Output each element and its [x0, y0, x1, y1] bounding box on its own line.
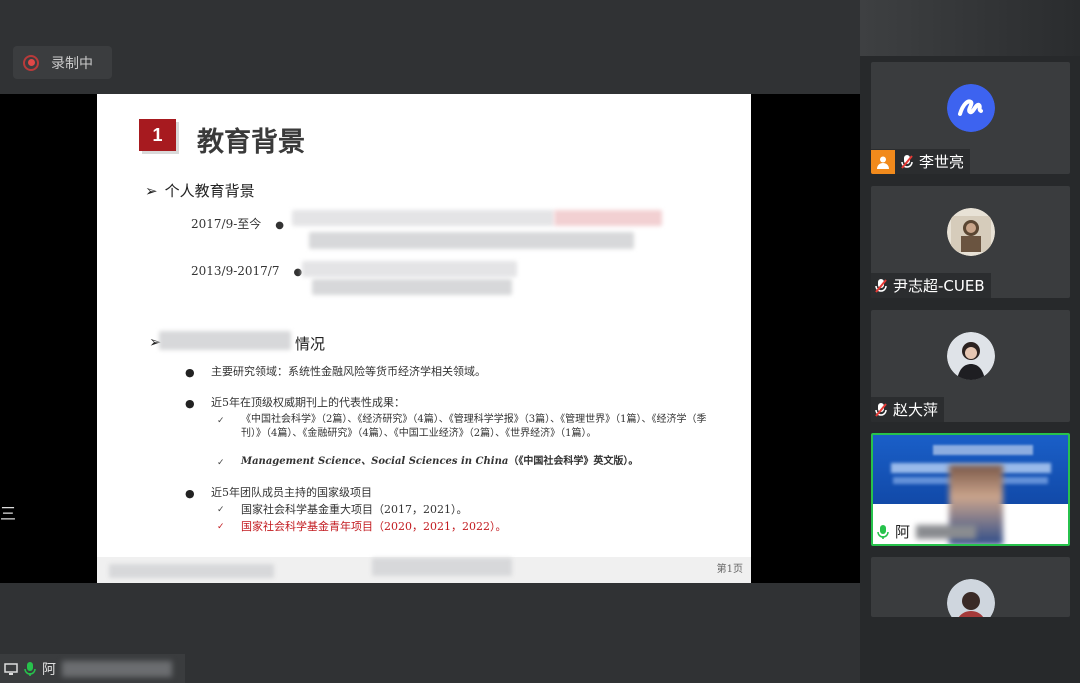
papers-english-tail: （《中国社会科学》英文版）。	[508, 456, 639, 467]
projects-intro: 近5年团队成员主持的国家级项目	[211, 486, 372, 499]
edu-period: 2013/9-2017/7	[191, 264, 280, 278]
meeting-window: 录制中 三 阿 1 教育背景 ➢ 个人教育背景 2017/9-至今 ● 2013/9…	[0, 0, 1080, 683]
heading-text: 个人教育背景	[164, 182, 255, 200]
user-avatar	[947, 579, 995, 617]
redacted-text	[554, 210, 662, 226]
arrow-bullet-icon: ➢	[145, 182, 158, 200]
bullet-icon: ●	[275, 220, 285, 231]
redacted-text	[159, 331, 291, 350]
slide-title: 教育背景	[197, 127, 305, 158]
project-major: 国家社会科学基金重大项目（2017，2021）。	[241, 503, 468, 516]
record-icon	[23, 54, 39, 71]
microphone-icon	[24, 661, 36, 676]
left-edge-text: 三	[0, 504, 17, 523]
edu-row: 2017/9-至今 ●	[191, 215, 284, 232]
redacted-text	[302, 261, 517, 277]
redacted-text	[109, 564, 274, 578]
check-icon: ✓	[217, 458, 225, 468]
section-number: 1	[139, 119, 176, 151]
papers-list: 《中国社会科学》（2篇）、《经济研究》（4篇）、《管理科学学报》（3篇）、《管理…	[241, 414, 707, 439]
check-icon: ✓	[217, 416, 225, 426]
sidebar-header	[860, 0, 1080, 56]
participant-name: 尹志超-CUEB	[893, 277, 985, 295]
check-icon: ✓	[217, 505, 225, 515]
host-icon	[871, 149, 895, 174]
microphone-muted-icon	[875, 402, 887, 417]
blurred-name	[62, 660, 172, 677]
participant-tile[interactable]: 赵大萍	[871, 310, 1070, 422]
participant-tile-active[interactable]: 阿	[871, 433, 1070, 546]
recording-label: 录制中	[51, 55, 93, 72]
recording-indicator[interactable]: 录制中	[13, 46, 112, 79]
participant-tile[interactable]: 李世亮	[871, 62, 1070, 174]
microphone-icon	[877, 524, 889, 539]
bullet-icon: ●	[185, 397, 195, 410]
participant-name: 阿	[895, 523, 911, 541]
redacted-text	[309, 232, 634, 249]
check-icon: ✓	[217, 522, 225, 532]
bullet-icon: ●	[185, 487, 195, 500]
video-logo	[933, 445, 1033, 455]
self-name-tag[interactable]: 阿	[0, 654, 185, 683]
participant-name: 赵大萍	[893, 401, 939, 419]
participant-name-tag: 赵大萍	[871, 397, 945, 422]
app-logo-icon	[947, 84, 995, 132]
user-avatar	[947, 332, 995, 380]
redacted-text	[372, 558, 512, 576]
microphone-muted-icon	[901, 154, 913, 169]
research-area: 主要研究领域：系统性金融风险等货币经济学相关领域。	[211, 365, 486, 378]
participant-tile[interactable]: 尹志超-CUEB	[871, 186, 1070, 298]
edu-row: 2013/9-2017/7 ●	[191, 264, 302, 278]
heading-personal-education: ➢ 个人教育背景	[145, 180, 255, 201]
papers-intro: 近5年在顶级权威期刊上的代表性成果：	[211, 396, 405, 409]
papers-english-journals: Management Science、Social Sciences in Ch…	[241, 456, 509, 467]
edu-period: 2017/9-至今	[191, 217, 262, 231]
redacted-text	[312, 279, 512, 295]
bullet-icon: ●	[293, 267, 303, 278]
participant-name-tag: 阿	[873, 519, 982, 544]
self-name: 阿	[42, 661, 56, 678]
microphone-muted-icon	[875, 278, 887, 293]
project-youth: 国家社会科学基金青年项目（2020，2021，2022）。	[241, 520, 507, 533]
redacted-text	[292, 210, 554, 226]
bullet-icon: ●	[185, 366, 195, 379]
participant-name-tag: 尹志超-CUEB	[871, 273, 991, 298]
participant-tile[interactable]	[871, 557, 1070, 617]
page-number: 第1页	[716, 564, 743, 575]
screen-icon	[4, 662, 18, 675]
blurred-name	[916, 524, 977, 539]
participant-name-tag: 李世亮	[871, 149, 971, 174]
shared-slide: 1 教育背景 ➢ 个人教育背景 2017/9-至今 ● 2013/9-2017/7 ●…	[97, 94, 751, 583]
heading-research-text: 情况	[295, 335, 326, 353]
participant-name: 李世亮	[919, 153, 965, 171]
user-avatar	[947, 208, 995, 256]
papers-english: Management Science、Social Sciences in Ch…	[241, 455, 711, 469]
